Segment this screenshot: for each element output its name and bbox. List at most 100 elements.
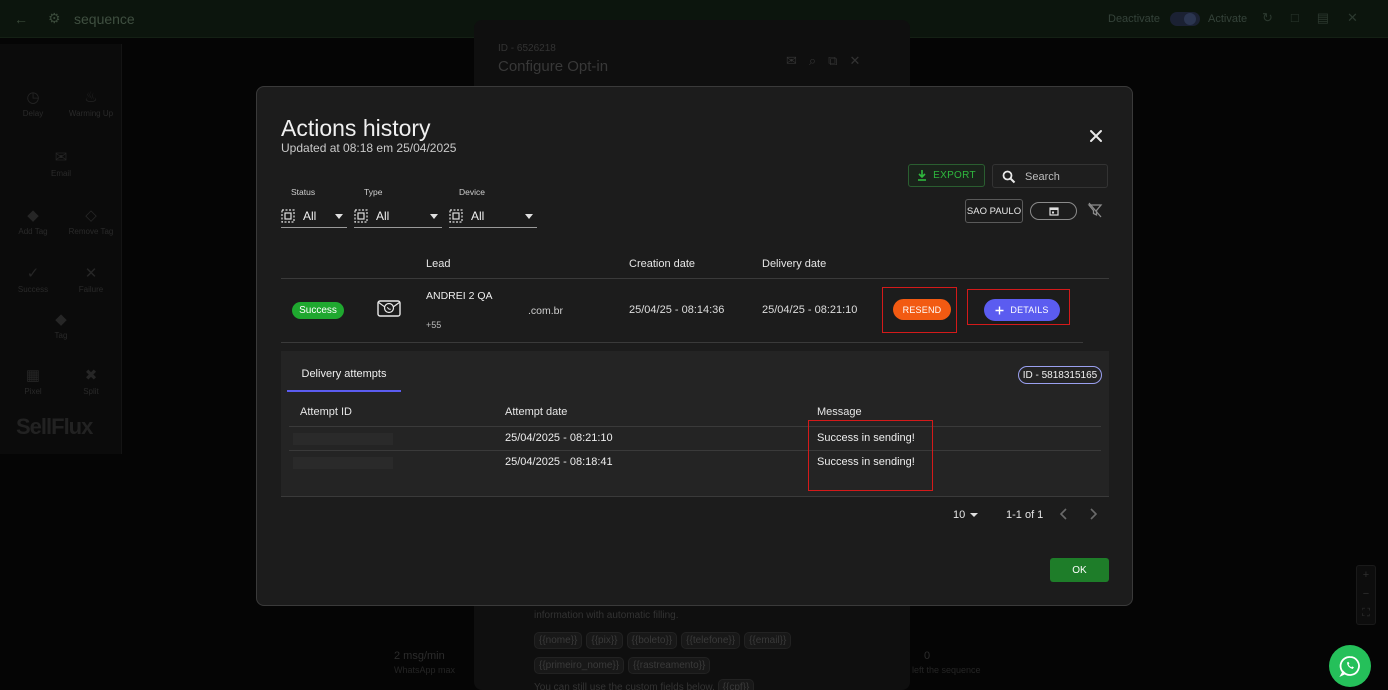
select-all-icon [354,208,368,223]
variable-chip[interactable]: {{email}} [744,632,792,649]
x-circle-icon: ✕ [84,265,98,282]
whatsapp-icon [1339,656,1360,677]
export-label: EXPORT [933,170,976,181]
select-all-icon [281,208,295,223]
variable-chip[interactable]: {{primeiro_nome}} [534,657,625,674]
col-lead: Lead [426,258,451,270]
plus-icon [995,306,1004,314]
attempt-id-chip: ID - 5818315165 [1018,366,1102,384]
header-divider [281,278,1109,279]
config-info-text: information with automatic filling. [534,610,679,621]
node-label: Tag [54,331,68,340]
chevron-down-icon [525,214,533,219]
whatsapp-chat-button[interactable] [1329,645,1371,687]
attempt-date: 25/04/2025 - 08:21:10 [505,432,613,444]
col-message: Message [817,406,862,418]
node-split[interactable]: ✖ Split [66,366,116,396]
close-icon[interactable] [1085,125,1107,147]
rate-sub: WhatsApp max [394,665,456,675]
node-label: Failure [78,285,104,294]
variable-chip[interactable]: {{nome}} [534,632,583,649]
chevron-left-icon[interactable] [1057,507,1071,526]
tab-delivery-attempts[interactable]: Delivery attempts [287,368,401,392]
variable-chip[interactable]: {{pix}} [586,632,623,649]
node-add-tag[interactable]: ◆ Add Tag [8,206,58,236]
calendar-icon [1048,207,1059,216]
node-email[interactable]: ✉ Email [36,148,86,178]
node-label: Pixel [24,387,42,396]
pagination-range: 1-1 of 1 [1006,509,1044,521]
label-icon: ◆ [55,311,67,328]
node-tag[interactable]: ◆ Tag [36,310,86,340]
resend-button[interactable]: RESEND [893,299,951,320]
delivery-attempts-panel [281,351,1109,496]
rows-per-page-select[interactable]: 10 [953,509,979,521]
col-attempt-id: Attempt ID [300,406,352,418]
gear-icon[interactable]: ⚙ [48,10,61,27]
node-label: Success [17,285,49,294]
lead-phone: +55 [426,320,442,330]
node-failure[interactable]: ✕ Failure [66,264,116,294]
lead-name: ANDREI 2 QA [426,290,493,302]
toolbar-icons[interactable]: ↻□▤✕ [1262,10,1376,26]
modal-title: Actions history [281,115,431,141]
variable-chip[interactable]: {{rastreamento}} [628,657,711,674]
node-label: Split [83,387,99,396]
download-icon [918,170,927,181]
actions-history-modal: Actions history Updated at 08:18 em 25/0… [256,86,1133,606]
panel-divider [281,496,1109,497]
variable-chip[interactable]: {{telefone}} [681,632,741,649]
variable-chip[interactable]: {{cpf}} [717,679,755,690]
filter-off-icon[interactable] [1087,202,1103,223]
node-label: Email [50,169,71,178]
chevron-right-icon[interactable] [1086,507,1100,526]
rate-label: 2 msg/min [394,650,445,662]
export-button[interactable]: EXPORT [908,164,985,187]
config-id: ID - 6526218 [498,43,556,54]
node-label: Add Tag [18,227,48,236]
node-label: Remove Tag [68,227,114,236]
activation-toggle[interactable] [1170,12,1200,26]
pixel-icon: ▦ [25,367,41,384]
device-filter-select[interactable]: All [449,204,537,228]
node-remove-tag[interactable]: ◇ Remove Tag [66,206,116,236]
device-filter-label: Device [459,187,485,197]
col-delivery-date: Delivery date [762,258,827,270]
lead-email: .com.br [528,305,564,317]
timezone-button[interactable]: SAO PAULO [965,199,1023,223]
node-warming-up[interactable]: ♨ Warming Up [66,88,116,118]
node-pixel[interactable]: ▦ Pixel [8,366,58,396]
node-label: Warming Up [68,109,114,118]
modal-subtitle: Updated at 08:18 em 25/04/2025 [281,141,457,155]
type-filter-select[interactable]: All [354,204,442,228]
creation-date: 25/04/25 - 08:14:36 [629,304,725,316]
left-count-sub: left the sequence [912,665,981,675]
search-input[interactable] [1025,169,1105,185]
flame-icon: ♨ [84,89,98,106]
delivery-date: 25/04/25 - 08:21:10 [762,304,858,316]
node-delay[interactable]: ◷ Delay [8,88,58,118]
sellflux-logo: SellFlux [16,414,93,439]
deactivate-label: Deactivate [1108,13,1160,25]
variable-chip[interactable]: {{boleto}} [626,632,678,649]
node-success[interactable]: ✓ Success [8,264,58,294]
activate-label: Activate [1208,13,1248,25]
ok-button[interactable]: OK [1050,558,1109,582]
status-badge: Success [292,302,344,319]
nodes-panel: ◷ Delay ♨ Warming Up ✉ Email ◆ Add Tag ◇ Remo… [0,44,122,454]
attempt-date: 25/04/2025 - 08:18:41 [505,456,613,468]
config-toolbar-icons[interactable]: ✉⌕⧉✕ [786,53,872,69]
row-divider [281,342,1083,343]
date-range-button[interactable] [1030,202,1077,220]
search-box [992,164,1108,188]
split-icon: ✖ [84,367,98,384]
search-icon [1002,170,1016,184]
check-circle-icon: ✓ [26,265,40,282]
col-attempt-date: Attempt date [505,406,568,418]
email-icon: ✉ [54,149,68,166]
config-title: Configure Opt-in [498,58,609,75]
back-arrow-icon[interactable]: ← [14,11,28,27]
details-button[interactable]: DETAILS [984,299,1060,321]
status-filter-select[interactable]: All [281,204,347,228]
zoom-controls[interactable]: + − ⛶ [1356,565,1376,625]
